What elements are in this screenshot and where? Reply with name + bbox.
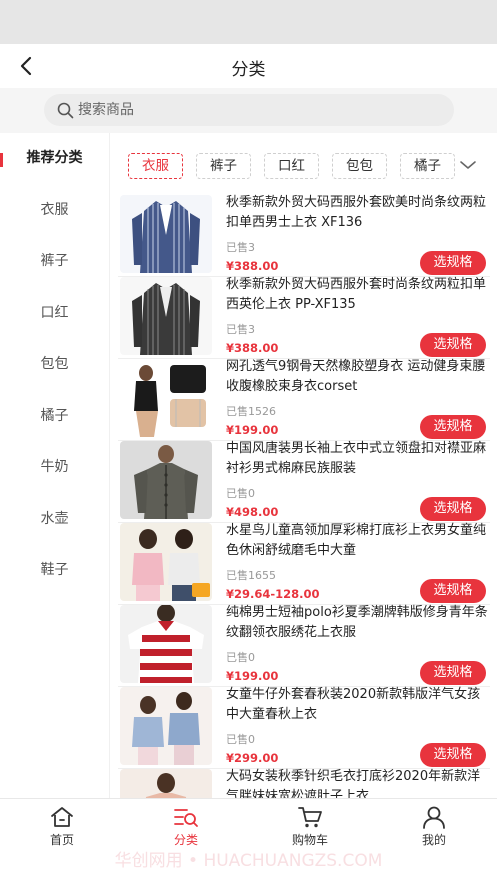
product-price: ¥388.00 <box>226 259 279 273</box>
sidebar-item-label: 橘子 <box>40 407 69 424</box>
product-item[interactable]: 大码女装秋季针织毛衣打底衫2020年新款洋气胖妹妹宽松遮肚子上衣 <box>118 769 490 798</box>
search-area <box>0 88 497 133</box>
product-sold-count: 已售0 <box>226 733 255 746</box>
product-sold-count: 已售0 <box>226 651 255 664</box>
product-name[interactable]: 网孔透气9钢骨天然橡胶塑身衣 运动健身束腰收腹橡胶束身衣corset <box>226 357 488 397</box>
tab-cart[interactable]: 购物车 <box>270 805 350 851</box>
product-item[interactable]: 网孔透气9钢骨天然橡胶塑身衣 运动健身束腰收腹橡胶束身衣corset 已售152… <box>118 359 490 441</box>
product-item[interactable]: 中国风唐装男长袖上衣中式立领盘扣对襟亚麻衬衫男式棉麻民族服装 已售0 ¥498.… <box>118 441 490 523</box>
product-name[interactable]: 秋季新款外贸大码西服外套时尚条纹两粒扣单西英伦上衣 PP-XF135 <box>226 275 488 315</box>
product-image[interactable] <box>120 277 212 355</box>
sidebar-item-recommended[interactable]: 推荐分类 <box>0 133 109 185</box>
tab-label: 购物车 <box>291 833 328 847</box>
product-item[interactable]: 秋季新款外贸大码西服外套时尚条纹两粒扣单西英伦上衣 PP-XF135 已售3 ¥… <box>118 277 490 359</box>
product-image[interactable] <box>120 605 212 683</box>
watermark-text: 华创网用 • HUACHUANGZS.COM <box>114 851 383 871</box>
tab-label: 我的 <box>421 833 446 847</box>
product-image[interactable] <box>120 687 212 765</box>
tab-category[interactable]: 分类 <box>146 805 226 851</box>
product-price: ¥299.00 <box>226 751 279 765</box>
product-price: ¥388.00 <box>226 341 279 355</box>
sidebar-item-label: 鞋子 <box>40 562 69 578</box>
sidebar-item-label: 衣服 <box>40 201 69 218</box>
sidebar-item-label: 水壶 <box>40 510 69 527</box>
product-sold-count: 已售3 <box>226 323 255 336</box>
user-icon <box>423 806 445 829</box>
home-icon <box>51 807 73 827</box>
bottom-tab-bar: 首页 分类 购物车 我的 <box>0 798 497 850</box>
subcategory-tabs: 衣服 裤子 口红 包包 橘子 <box>110 153 497 181</box>
tab-bags[interactable]: 包包 <box>332 153 387 179</box>
product-image[interactable] <box>120 523 212 601</box>
sidebar-item-lipstick[interactable]: 口红 <box>0 288 109 340</box>
sidebar-item-label: 口红 <box>40 304 69 321</box>
product-sold-count: 已售3 <box>226 241 255 254</box>
sidebar-item-label: 包包 <box>40 356 69 372</box>
product-name[interactable]: 中国风唐装男长袖上衣中式立领盘扣对襟亚麻衬衫男式棉麻民族服装 <box>226 439 488 479</box>
sidebar-item-label: 裤子 <box>40 253 69 269</box>
search-input[interactable] <box>78 98 438 122</box>
select-spec-button[interactable]: 选规格 <box>420 579 486 603</box>
product-item[interactable]: 纯棉男士短袖polo衫夏季潮牌韩版修身青年条纹翻领衣服绣花上衣服 已售0 ¥19… <box>118 605 490 687</box>
product-name[interactable]: 大码女装秋季针织毛衣打底衫2020年新款洋气胖妹妹宽松遮肚子上衣 <box>226 767 488 798</box>
product-item[interactable]: 秋季新款外贸大码西服外套欧美时尚条纹两粒扣单西男士上衣 XF136 已售3 ¥3… <box>118 195 490 277</box>
select-spec-button[interactable]: 选规格 <box>420 743 486 767</box>
search-icon <box>57 102 74 119</box>
chevron-down-icon[interactable] <box>459 158 477 172</box>
sidebar-item-kettle[interactable]: 水壶 <box>0 494 109 546</box>
product-sold-count: 已售1526 <box>226 405 276 418</box>
status-bar <box>0 0 497 44</box>
sidebar-item-clothes[interactable]: 衣服 <box>0 185 109 237</box>
tab-label: 分类 <box>173 833 198 847</box>
tab-oranges[interactable]: 橘子 <box>400 153 455 179</box>
sidebar-item-oranges[interactable]: 橘子 <box>0 391 109 443</box>
select-spec-button[interactable]: 选规格 <box>420 661 486 685</box>
tab-label: 首页 <box>49 833 74 847</box>
tab-home[interactable]: 首页 <box>22 805 102 851</box>
tab-profile[interactable]: 我的 <box>394 805 474 851</box>
sidebar-item-pants[interactable]: 裤子 <box>0 236 109 288</box>
active-indicator <box>0 153 3 167</box>
sidebar-item-bags[interactable]: 包包 <box>0 339 109 391</box>
product-item[interactable]: 女童牛仔外套春秋装2020新款韩版洋气女孩中大童春秋上衣 已售0 ¥299.00… <box>118 687 490 769</box>
category-sidebar: 推荐分类 衣服 裤子 口红 包包 橘子 牛奶 水壶 鞋子 <box>0 133 110 798</box>
select-spec-button[interactable]: 选规格 <box>420 251 486 275</box>
navigation-bar: 分类 <box>0 44 497 88</box>
tab-lipstick[interactable]: 口红 <box>264 153 319 179</box>
category-icon <box>174 809 198 827</box>
tab-clothes[interactable]: 衣服 <box>128 153 183 179</box>
product-item[interactable]: 水星鸟儿童高领加厚彩棉打底衫上衣男女童纯色休闲舒绒磨毛中大童 已售1655 ¥2… <box>118 523 490 605</box>
page-title: 分类 <box>231 60 266 80</box>
product-price: ¥498.00 <box>226 505 279 519</box>
product-price: ¥199.00 <box>226 423 279 437</box>
select-spec-button[interactable]: 选规格 <box>420 415 486 439</box>
sidebar-item-label: 推荐分类 <box>26 150 83 166</box>
product-image[interactable] <box>120 769 212 798</box>
product-sold-count: 已售1655 <box>226 569 276 582</box>
product-panel: 衣服 裤子 口红 包包 橘子 秋季新款外贸大码西服外套欧美时尚条纹两粒扣单西男士… <box>110 133 497 798</box>
product-price: ¥29.64-128.00 <box>226 587 320 601</box>
product-price: ¥199.00 <box>226 669 279 683</box>
product-name[interactable]: 秋季新款外贸大码西服外套欧美时尚条纹两粒扣单西男士上衣 XF136 <box>226 193 488 233</box>
product-sold-count: 已售0 <box>226 487 255 500</box>
select-spec-button[interactable]: 选规格 <box>420 497 486 521</box>
search-bar[interactable] <box>44 94 454 126</box>
sidebar-item-milk[interactable]: 牛奶 <box>0 442 109 494</box>
product-name[interactable]: 纯棉男士短袖polo衫夏季潮牌韩版修身青年条纹翻领衣服绣花上衣服 <box>226 603 488 643</box>
tab-pants[interactable]: 裤子 <box>196 153 251 179</box>
product-image[interactable] <box>120 195 212 273</box>
product-image[interactable] <box>120 441 212 519</box>
product-name[interactable]: 水星鸟儿童高领加厚彩棉打底衫上衣男女童纯色休闲舒绒磨毛中大童 <box>226 521 488 561</box>
sidebar-item-label: 牛奶 <box>40 459 69 475</box>
product-name[interactable]: 女童牛仔外套春秋装2020新款韩版洋气女孩中大童春秋上衣 <box>226 685 488 725</box>
sidebar-item-shoes[interactable]: 鞋子 <box>0 545 109 597</box>
product-image[interactable] <box>120 359 212 437</box>
cart-icon <box>298 807 322 828</box>
select-spec-button[interactable]: 选规格 <box>420 333 486 357</box>
